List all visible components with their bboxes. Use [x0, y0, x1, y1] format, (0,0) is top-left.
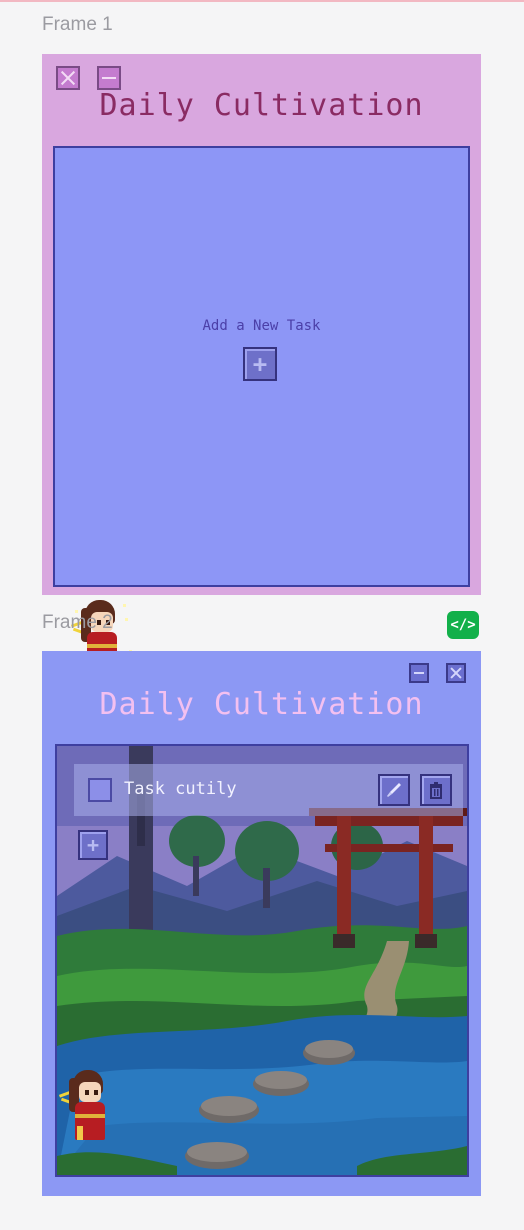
app-title: Daily Cultivation — [99, 687, 424, 722]
brush-edit-icon — [387, 783, 401, 797]
minimize-icon[interactable] — [97, 66, 121, 90]
task-panel: Add a New Task + — [53, 146, 470, 671]
app-title: Daily Cultivation — [99, 88, 424, 123]
minimize-icon[interactable] — [409, 663, 429, 683]
close-icon[interactable] — [56, 66, 80, 90]
add-task-button[interactable]: + — [78, 830, 108, 860]
character-sprite — [58, 1070, 119, 1148]
add-task-button[interactable]: + — [243, 347, 277, 381]
frame-2-window: Daily Cultivation Task cutily + — [42, 651, 481, 1196]
task-checkbox[interactable] — [88, 778, 112, 802]
plus-icon: + — [252, 350, 268, 378]
plus-icon: + — [86, 833, 100, 857]
frame-1-window: Daily Cultivation Add a New Task + — [42, 54, 481, 671]
trash-icon — [430, 782, 442, 799]
edit-task-button[interactable] — [378, 774, 410, 806]
torii-forest-scene: Task cutily + — [55, 744, 469, 1177]
frame-2-label: Frame 2 — [42, 612, 113, 633]
frame-1-label: Frame 1 — [42, 14, 113, 35]
code-view-icon[interactable]: </> — [447, 611, 479, 639]
task-item: Task cutily — [74, 764, 463, 816]
close-icon[interactable] — [446, 663, 466, 683]
canvas-top-border — [0, 0, 524, 2]
add-task-label: Add a New Task — [202, 318, 321, 334]
delete-task-button[interactable] — [420, 774, 452, 806]
task-text: Task cutily — [124, 779, 237, 799]
